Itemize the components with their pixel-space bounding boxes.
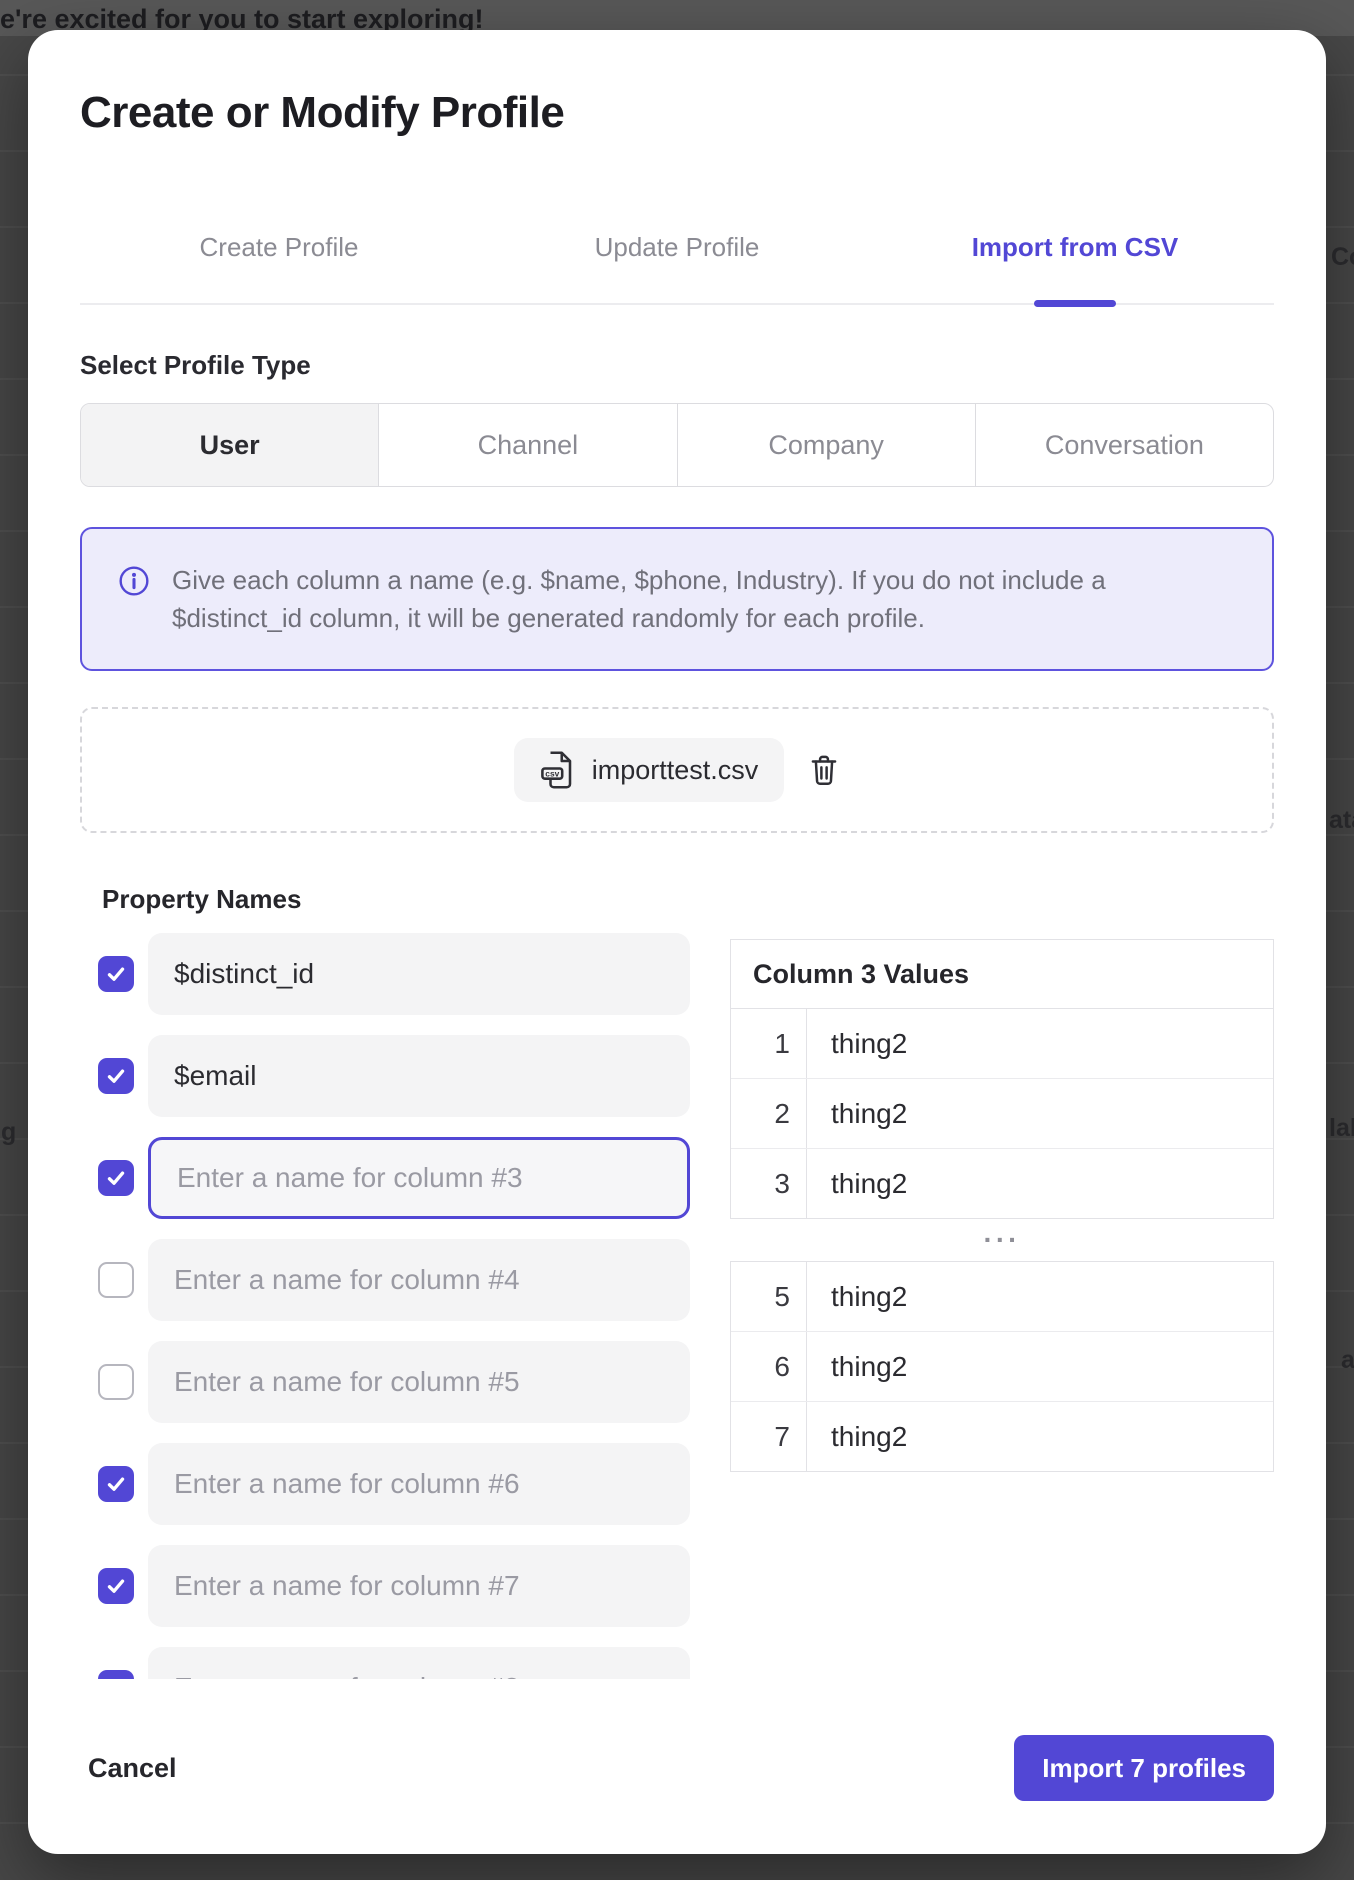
column-7-checkbox[interactable] bbox=[98, 1568, 134, 1604]
profile-type-channel[interactable]: Channel bbox=[379, 404, 677, 486]
table-row: 2 thing2 bbox=[731, 1079, 1273, 1149]
row-number: 1 bbox=[731, 1009, 807, 1078]
row-value: thing2 bbox=[807, 1332, 1273, 1401]
check-icon bbox=[104, 1166, 128, 1190]
csv-file-icon: csv bbox=[540, 750, 576, 790]
import-mapping-area: Column 3 Values 1 thing2 2 thing2 3 thin… bbox=[80, 933, 1274, 1679]
background-fragment: g bbox=[1, 1118, 16, 1147]
column-4-checkbox[interactable] bbox=[98, 1262, 134, 1298]
create-or-modify-profile-modal: Create or Modify Profile Create Profile … bbox=[28, 30, 1326, 1854]
column-5-checkbox[interactable] bbox=[98, 1364, 134, 1400]
row-value: thing2 bbox=[807, 1009, 1273, 1078]
row-number: 7 bbox=[731, 1402, 807, 1471]
modal-title: Create or Modify Profile bbox=[80, 88, 1274, 138]
check-icon bbox=[104, 962, 128, 986]
table-row: 5 thing2 bbox=[731, 1262, 1273, 1332]
check-icon bbox=[104, 1472, 128, 1496]
table-row: 1 thing2 bbox=[731, 1009, 1273, 1079]
table-row: 6 thing2 bbox=[731, 1332, 1273, 1402]
row-number: 6 bbox=[731, 1332, 807, 1401]
row-value: thing2 bbox=[807, 1262, 1273, 1331]
column-1-checkbox[interactable] bbox=[98, 956, 134, 992]
column-8-checkbox[interactable] bbox=[98, 1670, 134, 1679]
select-profile-type-label: Select Profile Type bbox=[80, 349, 1274, 381]
column-6-name-input[interactable] bbox=[148, 1443, 690, 1525]
column-values-table-top: Column 3 Values 1 thing2 2 thing2 3 thin… bbox=[730, 939, 1274, 1219]
background-fragment: Col bbox=[1331, 243, 1354, 272]
table-row: 7 thing2 bbox=[731, 1402, 1273, 1471]
check-icon bbox=[104, 1676, 128, 1679]
row-number: 5 bbox=[731, 1262, 807, 1331]
background-fragment: a bbox=[1341, 1346, 1354, 1375]
column-3-name-input[interactable] bbox=[148, 1137, 690, 1219]
tab-bar: Create Profile Update Profile Import fro… bbox=[80, 231, 1274, 305]
remove-file-button[interactable] bbox=[808, 753, 840, 787]
profile-type-conversation[interactable]: Conversation bbox=[976, 404, 1273, 486]
property-row-3 bbox=[80, 1137, 690, 1219]
property-row-4 bbox=[80, 1239, 690, 1321]
property-row-2 bbox=[80, 1035, 690, 1117]
property-names-label: Property Names bbox=[102, 883, 1274, 915]
column-8-name-input[interactable] bbox=[148, 1647, 690, 1679]
table-row: 3 thing2 bbox=[731, 1149, 1273, 1218]
column-5-name-input[interactable] bbox=[148, 1341, 690, 1423]
tab-create-profile[interactable]: Create Profile bbox=[80, 231, 478, 303]
column-2-checkbox[interactable] bbox=[98, 1058, 134, 1094]
modal-footer: Cancel Import 7 profiles bbox=[80, 1735, 1274, 1801]
csv-upload-dropzone[interactable]: csv importtest.csv bbox=[80, 707, 1274, 833]
column-1-name-input[interactable] bbox=[148, 933, 690, 1015]
row-number: 2 bbox=[731, 1079, 807, 1148]
cancel-button[interactable]: Cancel bbox=[80, 1753, 177, 1784]
column-7-name-input[interactable] bbox=[148, 1545, 690, 1627]
svg-text:csv: csv bbox=[545, 768, 559, 778]
background-fragment: lab bbox=[1329, 1114, 1354, 1143]
column-values-preview: Column 3 Values 1 thing2 2 thing2 3 thin… bbox=[730, 933, 1274, 1679]
profile-type-selector: User Channel Company Conversation bbox=[80, 403, 1274, 487]
property-row-1 bbox=[80, 933, 690, 1015]
tab-import-from-csv[interactable]: Import from CSV bbox=[876, 231, 1274, 303]
row-value: thing2 bbox=[807, 1079, 1273, 1148]
info-icon bbox=[118, 565, 150, 597]
info-banner: Give each column a name (e.g. $name, $ph… bbox=[80, 527, 1274, 671]
column-2-name-input[interactable] bbox=[148, 1035, 690, 1117]
profile-type-company[interactable]: Company bbox=[678, 404, 976, 486]
info-banner-line1: Give each column a name (e.g. $name, $ph… bbox=[172, 561, 1106, 599]
column-values-header: Column 3 Values bbox=[731, 940, 1273, 1009]
check-icon bbox=[104, 1574, 128, 1598]
uploaded-file-chip: csv importtest.csv bbox=[514, 738, 785, 802]
property-names-list bbox=[80, 933, 690, 1679]
info-banner-text: Give each column a name (e.g. $name, $ph… bbox=[172, 561, 1106, 637]
uploaded-file-name: importtest.csv bbox=[592, 755, 759, 786]
property-row-8 bbox=[80, 1647, 690, 1679]
trash-icon bbox=[808, 753, 840, 787]
row-number: 3 bbox=[731, 1149, 807, 1218]
column-4-name-input[interactable] bbox=[148, 1239, 690, 1321]
table-ellipsis: ··· bbox=[730, 1219, 1274, 1261]
tab-update-profile[interactable]: Update Profile bbox=[478, 231, 876, 303]
row-value: thing2 bbox=[807, 1402, 1273, 1471]
row-value: thing2 bbox=[807, 1149, 1273, 1218]
property-row-7 bbox=[80, 1545, 690, 1627]
background-fragment: ata bbox=[1329, 806, 1354, 835]
property-row-5 bbox=[80, 1341, 690, 1423]
screen: e're excited for you to start exploring!… bbox=[0, 0, 1354, 1880]
info-banner-line2: $distinct_id column, it will be generate… bbox=[172, 599, 1106, 637]
import-profiles-button[interactable]: Import 7 profiles bbox=[1014, 1735, 1274, 1801]
check-icon bbox=[104, 1064, 128, 1088]
property-row-6 bbox=[80, 1443, 690, 1525]
profile-type-user[interactable]: User bbox=[81, 404, 379, 486]
column-6-checkbox[interactable] bbox=[98, 1466, 134, 1502]
column-values-table-bottom: 5 thing2 6 thing2 7 thing2 bbox=[730, 1261, 1274, 1472]
column-3-checkbox[interactable] bbox=[98, 1160, 134, 1196]
